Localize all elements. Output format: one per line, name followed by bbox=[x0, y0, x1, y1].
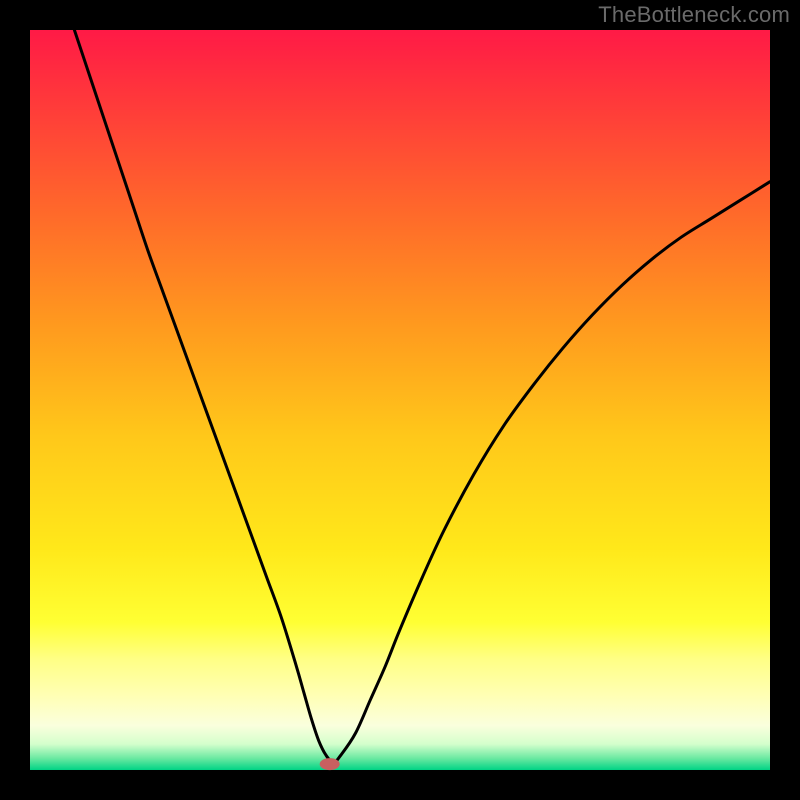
chart-frame: TheBottleneck.com bbox=[0, 0, 800, 800]
plot-background bbox=[30, 30, 770, 770]
bottleneck-chart bbox=[0, 0, 800, 800]
watermark-text: TheBottleneck.com bbox=[598, 2, 790, 28]
minimum-marker bbox=[320, 758, 340, 770]
